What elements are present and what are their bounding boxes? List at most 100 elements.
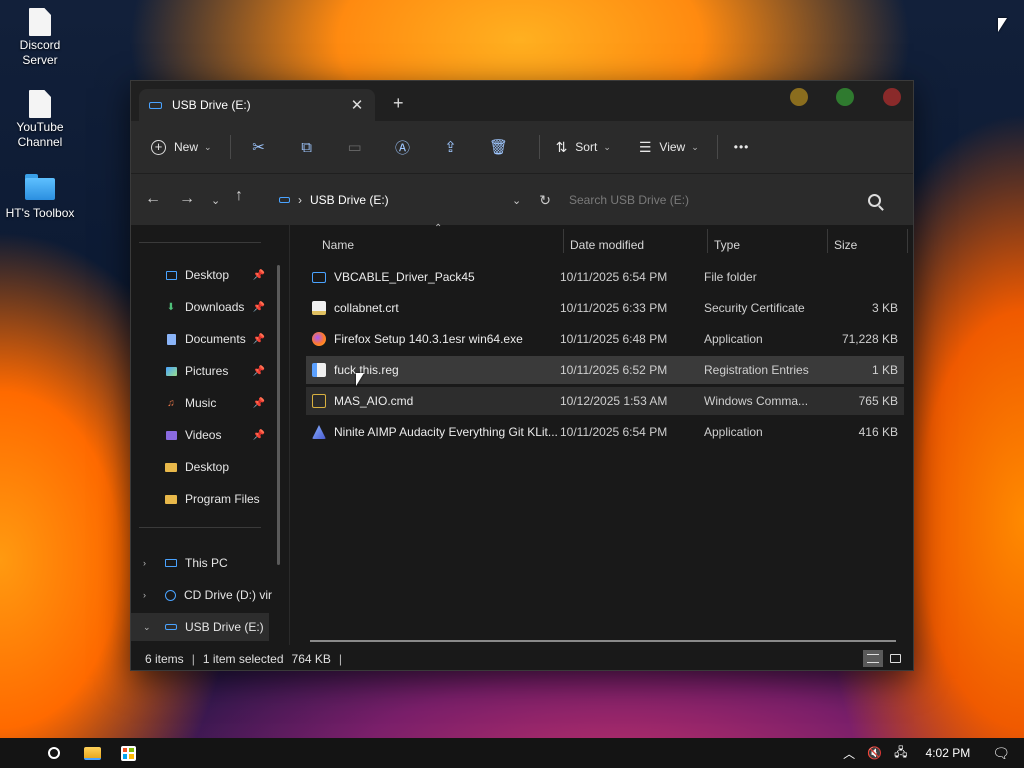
cut-icon[interactable]: ✂ [241, 131, 277, 163]
sidebar-item-desktop-folder[interactable]: Desktop [131, 453, 269, 481]
file-type: File folder [704, 270, 757, 284]
sidebar-item-cd-drive[interactable]: › CD Drive (D:) vir [131, 581, 272, 609]
column-header-size[interactable]: Size [834, 233, 904, 257]
column-header-date-modified[interactable]: Date modified [570, 233, 710, 257]
details-view-icon[interactable] [863, 650, 883, 667]
refresh-icon[interactable]: ↻ [539, 192, 551, 209]
address-bar-row: ← → ⌄ ↑ › USB Drive (E:) ⌄ ↻ Search USB … [131, 173, 913, 225]
column-header-type[interactable]: Type [714, 233, 830, 257]
tab-usb-drive[interactable]: USB Drive (E:) ✕ [139, 89, 375, 121]
sidebar-scrollbar[interactable] [277, 265, 280, 565]
column-header-name[interactable]: Name [322, 233, 562, 257]
file-row-selected[interactable]: fuck this.reg 10/11/2025 6:52 PM Registr… [306, 356, 904, 384]
file-explorer-icon[interactable] [82, 743, 102, 763]
sort-button[interactable]: ⇅ Sort ⌄ [550, 131, 617, 163]
sidebar-item-usb-drive[interactable]: ⌄ USB Drive (E:) [131, 613, 269, 641]
sidebar-divider [139, 242, 261, 243]
column-divider[interactable] [563, 229, 564, 253]
search-icon[interactable] [44, 743, 64, 763]
view-toggle [861, 650, 905, 667]
file-type: Application [704, 425, 763, 439]
view-label: View [659, 140, 686, 154]
store-icon[interactable] [118, 743, 138, 763]
search-icon[interactable] [868, 193, 881, 207]
column-divider[interactable] [827, 229, 828, 253]
breadcrumb-current[interactable]: USB Drive (E:) [310, 193, 512, 207]
sidebar-item-music[interactable]: ♫ Music 📌 [131, 389, 269, 417]
desktop-icon-discord-server[interactable]: Discord Server [0, 8, 80, 68]
file-row[interactable]: Ninite AIMP Audacity Everything Git KLit… [306, 418, 904, 446]
forward-arrow-icon[interactable]: → [179, 190, 195, 208]
file-row[interactable]: Firefox Setup 140.3.1esr win64.exe 10/11… [306, 325, 904, 353]
sidebar-item-pictures[interactable]: Pictures 📌 [131, 357, 269, 385]
clock[interactable]: 4:02 PM [926, 746, 971, 760]
up-arrow-icon[interactable]: ↑ [235, 187, 243, 205]
apple-icon[interactable] [8, 743, 28, 763]
back-arrow-icon[interactable]: ← [145, 190, 161, 208]
pc-icon [165, 557, 177, 569]
search-input[interactable]: Search USB Drive (E:) [561, 184, 901, 216]
column-name-label: Name [322, 238, 355, 252]
file-row[interactable]: collabnet.crt 10/11/2025 6:33 PM Securit… [306, 294, 904, 322]
pin-icon: 📌 [252, 333, 265, 345]
sidebar-item-program-files[interactable]: Program Files [131, 485, 269, 513]
column-date-label: Date modified [570, 238, 645, 252]
delete-icon[interactable]: 🗑 [481, 131, 517, 163]
recent-locations-chevron-icon[interactable]: ⌄ [211, 194, 220, 207]
expand-chevron-icon[interactable]: › [143, 558, 146, 568]
sidebar-item-desktop[interactable]: Desktop 📌 [131, 261, 269, 289]
file-name-cell: collabnet.crt [306, 301, 560, 315]
chevron-up-icon[interactable]: ︿ [843, 745, 855, 762]
share-icon[interactable]: ⇪ [433, 131, 469, 163]
minimize-button[interactable] [790, 88, 808, 106]
horizontal-scrollbar[interactable] [310, 640, 896, 642]
view-button[interactable]: ☰ View ⌄ [633, 131, 705, 163]
address-history-chevron-icon[interactable]: ⌄ [512, 194, 521, 207]
rename-icon[interactable]: Ⓐ [385, 131, 421, 163]
desktop-icon-hts-toolbox[interactable]: HT's Toolbox [0, 174, 80, 221]
desktop-icon-youtube-channel[interactable]: YouTube Channel [0, 90, 80, 150]
collapse-chevron-icon[interactable]: ⌄ [143, 622, 151, 633]
videos-icon [165, 429, 177, 441]
close-tab-icon[interactable]: ✕ [349, 96, 365, 114]
paste-icon[interactable]: ▭ [337, 131, 373, 163]
network-icon[interactable]: 🖧 [894, 743, 907, 764]
sidebar-item-downloads[interactable]: ⬇ Downloads 📌 [131, 293, 269, 321]
chevron-down-icon: ⌄ [204, 141, 212, 152]
file-date: 10/11/2025 6:33 PM [560, 301, 668, 315]
close-window-button[interactable] [883, 88, 901, 106]
tiles-view-icon[interactable] [885, 650, 905, 667]
sidebar-item-videos[interactable]: Videos 📌 [131, 421, 269, 449]
new-button[interactable]: + New ⌄ [145, 131, 218, 163]
copy-icon[interactable]: ⧉ [289, 131, 325, 163]
column-divider[interactable] [707, 229, 708, 253]
pin-icon: 📌 [252, 397, 265, 409]
file-row[interactable]: VBCABLE_Driver_Pack45 10/11/2025 6:54 PM… [306, 263, 904, 291]
file-name-cell: fuck this.reg [306, 363, 560, 377]
new-tab-button[interactable]: + [393, 93, 404, 114]
mouse-pointer-icon [356, 373, 364, 386]
mouse-cursor-icon [998, 18, 1007, 32]
desktop-icon-label: Discord [19, 38, 61, 52]
column-divider[interactable] [907, 229, 908, 253]
file-row-hover[interactable]: MAS_AIO.cmd 10/12/2025 1:53 AM Windows C… [306, 387, 904, 415]
file-name-cell: Ninite AIMP Audacity Everything Git KLit… [306, 425, 560, 439]
more-options-button[interactable]: ••• [728, 131, 756, 163]
file-type: Application [704, 332, 763, 346]
document-icon [29, 8, 51, 36]
notifications-icon[interactable]: 🗨 [992, 745, 1010, 762]
maximize-button[interactable] [836, 88, 854, 106]
navigation-pane: Desktop 📌 ⬇ Downloads 📌 Documents 📌 Pict… [131, 225, 281, 645]
plus-circle-icon: + [151, 139, 166, 155]
file-name: VBCABLE_Driver_Pack45 [334, 270, 475, 284]
address-field[interactable]: › USB Drive (E:) ⌄ ↻ [271, 184, 551, 216]
sidebar-item-this-pc[interactable]: › This PC [131, 549, 269, 577]
cmd-icon [312, 394, 326, 408]
chevron-down-icon: ⌄ [603, 141, 611, 152]
file-date: 10/11/2025 6:54 PM [560, 425, 668, 439]
volume-muted-icon[interactable]: 🔇 [867, 746, 882, 760]
expand-chevron-icon[interactable]: › [143, 590, 146, 600]
music-icon: ♫ [167, 397, 175, 409]
file-date: 10/11/2025 6:48 PM [560, 332, 668, 346]
sidebar-item-documents[interactable]: Documents 📌 [131, 325, 269, 353]
